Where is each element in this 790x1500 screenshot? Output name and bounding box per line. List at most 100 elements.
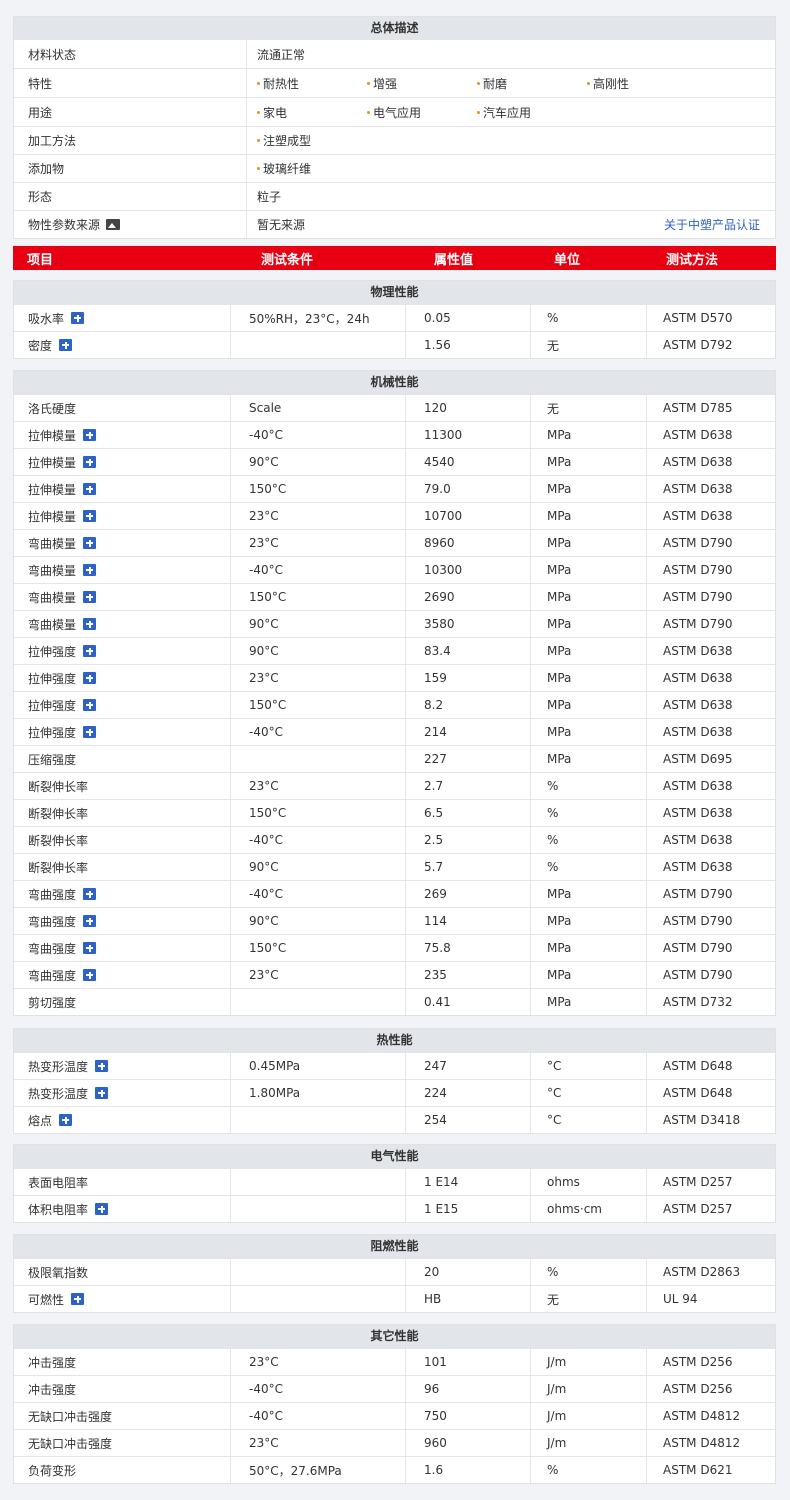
header-unit: 单位 bbox=[554, 252, 581, 268]
unit-cell: MPa bbox=[530, 719, 646, 745]
test-condition: -40°C bbox=[249, 833, 283, 847]
expand-plus-icon[interactable] bbox=[83, 483, 97, 495]
value-cell: 247 bbox=[405, 1053, 530, 1079]
method-cell: ASTM D638 bbox=[646, 773, 775, 799]
condition-cell: Scale bbox=[230, 395, 405, 421]
item-name: 冲击强度 bbox=[28, 1355, 77, 1370]
item-cell: 弯曲强度 bbox=[14, 935, 230, 961]
test-method: ASTM D638 bbox=[663, 779, 733, 793]
unit-cell: 无 bbox=[530, 1286, 646, 1312]
overview-row: 特性 耐热性 增强 耐磨 高刚性 bbox=[14, 68, 775, 97]
table-row: 冲击强度 -40°C 96 J/m ASTM D256 bbox=[14, 1375, 775, 1402]
overview-label-text: 用途 bbox=[28, 105, 53, 120]
method-cell: ASTM D4812 bbox=[646, 1403, 775, 1429]
property-value: 960 bbox=[424, 1436, 447, 1450]
table-row: 体积电阻率 1 E15 ohms·cm ASTM D257 bbox=[14, 1195, 775, 1222]
value-cell: 10700 bbox=[405, 503, 530, 529]
item-name: 冲击强度 bbox=[28, 1382, 77, 1397]
value-cell: 101 bbox=[405, 1349, 530, 1375]
expand-plus-icon[interactable] bbox=[83, 672, 97, 684]
expand-plus-icon[interactable] bbox=[83, 942, 97, 954]
item-name: 断裂伸长率 bbox=[28, 860, 89, 875]
test-condition: 50%RH，23°C，24h bbox=[249, 311, 370, 326]
property-value: 8.2 bbox=[424, 698, 444, 712]
certification-link[interactable]: 关于中塑产品认证 bbox=[664, 216, 760, 233]
expand-plus-icon[interactable] bbox=[95, 1060, 109, 1072]
value-cell: 214 bbox=[405, 719, 530, 745]
method-cell: ASTM D256 bbox=[646, 1376, 775, 1402]
item-name: 弯曲模量 bbox=[28, 617, 77, 632]
expand-plus-icon[interactable] bbox=[83, 591, 97, 603]
bullet-icon bbox=[257, 110, 260, 114]
unit-cell: MPa bbox=[530, 557, 646, 583]
unit-text: MPa bbox=[547, 887, 572, 901]
expand-plus-icon[interactable] bbox=[95, 1087, 109, 1099]
property-value: 2690 bbox=[424, 590, 455, 604]
item-cell: 拉伸强度 bbox=[14, 719, 230, 745]
value-cell: 96 bbox=[405, 1376, 530, 1402]
expand-plus-icon[interactable] bbox=[59, 1114, 73, 1126]
overview-label-text: 物性参数来源 bbox=[28, 218, 101, 232]
unit-cell: MPa bbox=[530, 476, 646, 502]
expand-plus-icon[interactable] bbox=[83, 699, 97, 711]
method-cell: ASTM D570 bbox=[646, 305, 775, 331]
feature-tag: 注塑成型 bbox=[257, 132, 311, 149]
value-cell: 8.2 bbox=[405, 692, 530, 718]
test-method: UL 94 bbox=[663, 1292, 698, 1306]
expand-plus-icon[interactable] bbox=[59, 339, 73, 351]
table-row: 可燃性 HB 无 UL 94 bbox=[14, 1285, 775, 1312]
item-name: 拉伸强度 bbox=[28, 725, 77, 740]
test-method: ASTM D638 bbox=[663, 698, 733, 712]
test-method: ASTM D695 bbox=[663, 752, 733, 766]
property-value: 83.4 bbox=[424, 644, 451, 658]
bullet-icon bbox=[587, 81, 590, 85]
property-value: 79.0 bbox=[424, 482, 451, 496]
item-name: 断裂伸长率 bbox=[28, 806, 89, 821]
value-cell: 2690 bbox=[405, 584, 530, 610]
property-section: 电气性能 表面电阻率 1 E14 ohms ASTM D257 体积电阻率 1 E15 ohm… bbox=[13, 1144, 776, 1223]
expand-plus-icon[interactable] bbox=[83, 456, 97, 468]
tag-label: 耐热性 bbox=[263, 76, 300, 91]
condition-cell bbox=[230, 1107, 405, 1133]
feature-tag: 玻璃纤维 bbox=[257, 160, 311, 177]
expand-plus-icon[interactable] bbox=[83, 645, 97, 657]
expand-plus-icon[interactable] bbox=[71, 312, 85, 324]
condition-cell bbox=[230, 1286, 405, 1312]
expand-plus-icon[interactable] bbox=[83, 510, 97, 522]
property-value: 224 bbox=[424, 1086, 447, 1100]
expand-plus-icon[interactable] bbox=[83, 618, 97, 630]
test-condition: 50°C，27.6MPa bbox=[249, 1463, 342, 1478]
expand-plus-icon[interactable] bbox=[83, 537, 97, 549]
test-method: ASTM D638 bbox=[663, 833, 733, 847]
expand-plus-icon[interactable] bbox=[83, 726, 97, 738]
expand-plus-icon[interactable] bbox=[71, 1293, 85, 1305]
item-name: 弯曲模量 bbox=[28, 590, 77, 605]
table-row: 吸水率 50%RH，23°C，24h 0.05% ASTM D570 bbox=[14, 304, 775, 331]
test-condition: 23°C bbox=[249, 671, 279, 685]
unit-cell: 无 bbox=[530, 395, 646, 421]
test-method: ASTM D790 bbox=[663, 887, 733, 901]
unit-text: % bbox=[547, 779, 559, 793]
expand-plus-icon[interactable] bbox=[83, 429, 97, 441]
expand-plus-icon[interactable] bbox=[95, 1203, 109, 1215]
unit-cell: MPa bbox=[530, 746, 646, 772]
unit-text: MPa bbox=[547, 509, 572, 523]
condition-cell: 90°C bbox=[230, 638, 405, 664]
item-cell: 拉伸强度 bbox=[14, 692, 230, 718]
table-row: 拉伸强度 -40°C 214 MPa ASTM D638 bbox=[14, 718, 775, 745]
table-row: 拉伸强度 150°C 8.2 MPa ASTM D638 bbox=[14, 691, 775, 718]
item-cell: 洛氏硬度 bbox=[14, 395, 230, 421]
property-value: 235 bbox=[424, 968, 447, 982]
expand-plus-icon[interactable] bbox=[83, 915, 97, 927]
test-method: ASTM D3418 bbox=[663, 1113, 741, 1127]
unit-text: MPa bbox=[547, 590, 572, 604]
image-icon[interactable] bbox=[106, 219, 121, 230]
feature-tag: 增强 bbox=[367, 75, 397, 92]
test-method: ASTM D790 bbox=[663, 617, 733, 631]
item-cell: 密度 bbox=[14, 332, 230, 358]
expand-plus-icon[interactable] bbox=[83, 969, 97, 981]
expand-plus-icon[interactable] bbox=[83, 888, 97, 900]
value-cell: 120 bbox=[405, 395, 530, 421]
unit-cell: °C bbox=[530, 1053, 646, 1079]
expand-plus-icon[interactable] bbox=[83, 564, 97, 576]
